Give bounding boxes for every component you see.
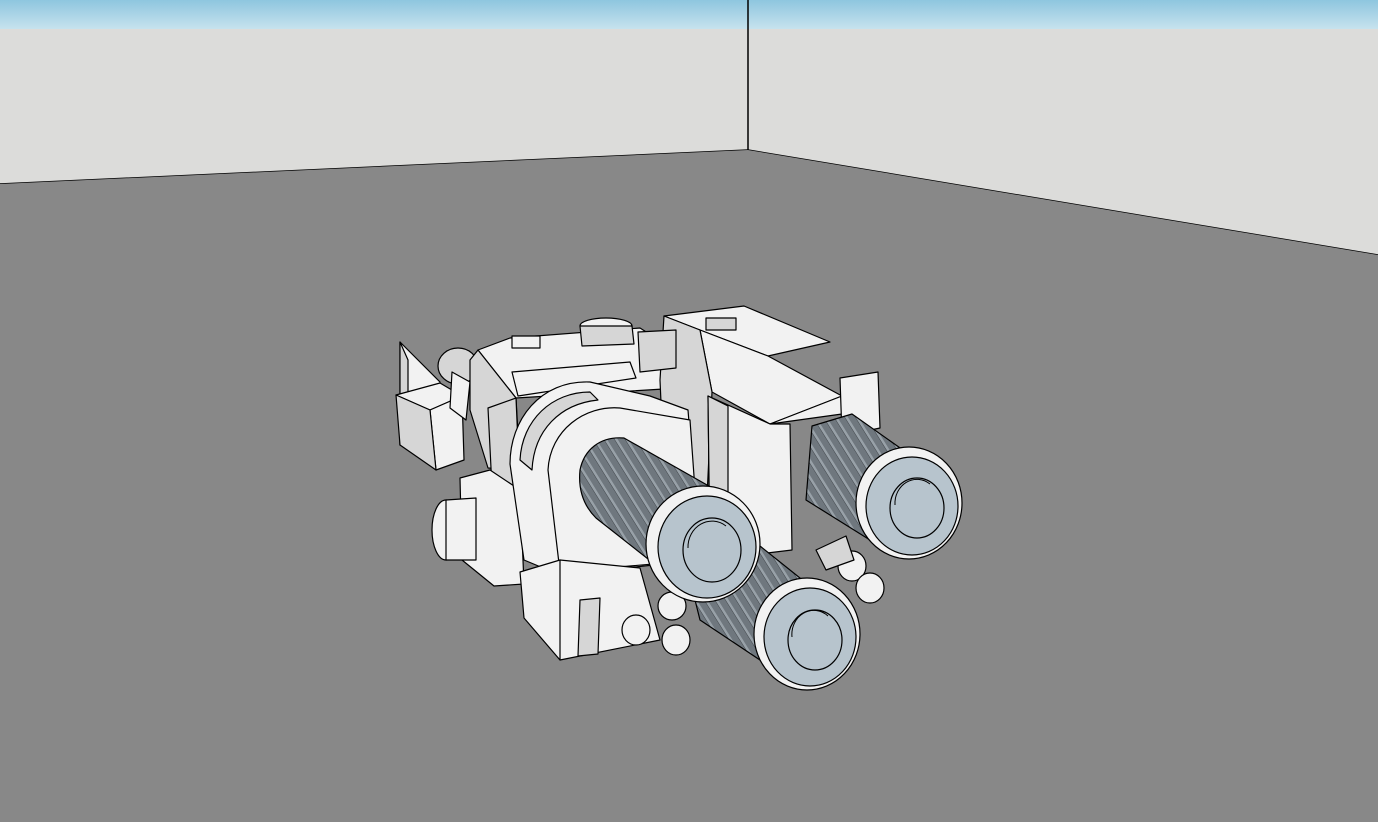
lower-block-side: [577, 597, 601, 657]
small-box: [637, 329, 677, 373]
sketchup-viewport[interactable]: [0, 0, 1378, 822]
right-block-slot: [705, 317, 737, 331]
barrel-right-muzzle-inner: [889, 477, 945, 539]
left-knob-body: [445, 497, 477, 561]
3d-scene[interactable]: [0, 0, 1378, 822]
sky: [0, 0, 1378, 30]
barrel-bottom-muzzle-inner: [787, 609, 843, 671]
barrel-main-muzzle-inner: [682, 517, 742, 583]
top-tab-left: [511, 335, 541, 349]
top-cap-side: [579, 325, 635, 347]
